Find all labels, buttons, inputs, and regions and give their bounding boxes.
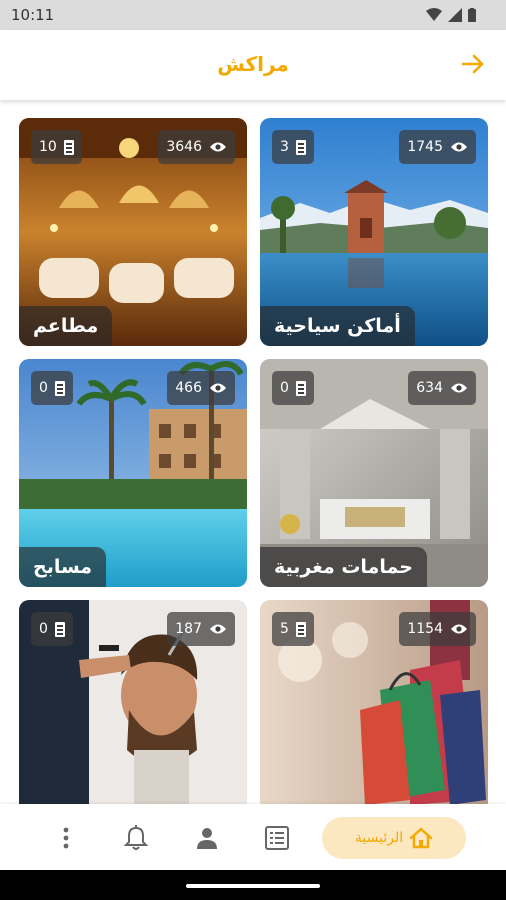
eye-icon xyxy=(210,383,226,393)
building-icon xyxy=(295,621,306,637)
building-icon xyxy=(63,139,74,155)
listings-count: 10 xyxy=(39,139,57,155)
views-badge: 1745 xyxy=(399,130,476,164)
eye-icon xyxy=(451,624,467,634)
arrow-right-icon xyxy=(461,54,484,74)
eye-icon xyxy=(210,624,226,634)
bell-icon xyxy=(124,825,148,850)
listings-badge: 0 xyxy=(272,371,314,405)
bottom-nav: الرئيسية xyxy=(0,804,506,870)
person-icon xyxy=(197,828,217,849)
notifications-button[interactable] xyxy=(116,818,156,858)
category-title: مطاعم xyxy=(19,306,113,346)
views-badge: 466 xyxy=(167,371,235,405)
listings-badge: 10 xyxy=(31,130,82,164)
views-badge: 1154 xyxy=(399,612,476,646)
home-indicator[interactable] xyxy=(186,884,320,888)
home-button[interactable]: الرئيسية xyxy=(322,817,466,859)
app-bar: مراكش xyxy=(0,30,506,100)
category-card-tourist-places[interactable]: 1745 3 أماكن سياحية xyxy=(260,118,488,346)
category-title: مسابح xyxy=(19,547,107,587)
status-bar: 10:11 xyxy=(0,0,506,30)
building-icon xyxy=(54,380,65,396)
listings-badge: 5 xyxy=(272,612,314,646)
views-badge: 3646 xyxy=(158,130,235,164)
views-count: 1745 xyxy=(407,139,443,155)
list-button[interactable] xyxy=(257,818,297,858)
page-title: مراكش xyxy=(217,52,289,76)
views-badge: 187 xyxy=(167,612,235,646)
system-nav-bar xyxy=(0,870,506,900)
profile-button[interactable] xyxy=(187,818,227,858)
views-count: 187 xyxy=(175,621,202,637)
listings-count: 0 xyxy=(280,380,289,396)
listings-badge: 3 xyxy=(272,130,314,164)
listings-count: 3 xyxy=(280,139,289,155)
battery-icon xyxy=(468,8,476,22)
building-icon xyxy=(54,621,65,637)
wifi-icon xyxy=(426,8,442,21)
eye-icon xyxy=(451,142,467,152)
status-icons xyxy=(426,8,476,22)
views-count: 466 xyxy=(175,380,202,396)
building-icon xyxy=(295,139,306,155)
category-card-shopping[interactable]: 1154 5 xyxy=(260,600,488,804)
listings-count: 5 xyxy=(280,621,289,637)
home-label: الرئيسية xyxy=(354,830,404,846)
more-menu-button[interactable] xyxy=(46,818,86,858)
status-time: 10:11 xyxy=(11,6,55,24)
eye-icon xyxy=(451,383,467,393)
category-card-barber[interactable]: 187 0 xyxy=(19,600,247,804)
eye-icon xyxy=(210,142,226,152)
listings-badge: 0 xyxy=(31,612,73,646)
category-grid: 1745 3 أماكن سياحية 3646 10 مطاعم 634 0 … xyxy=(0,100,506,804)
back-button[interactable] xyxy=(459,50,487,78)
listings-count: 0 xyxy=(39,380,48,396)
listings-badge: 0 xyxy=(31,371,73,405)
category-card-restaurants[interactable]: 3646 10 مطاعم xyxy=(19,118,247,346)
views-count: 1154 xyxy=(407,621,443,637)
category-title: حمامات مغربية xyxy=(260,547,427,587)
list-icon xyxy=(265,826,289,850)
category-card-hammams[interactable]: 634 0 حمامات مغربية xyxy=(260,359,488,587)
home-icon xyxy=(409,827,433,849)
category-title: أماكن سياحية xyxy=(260,306,415,346)
more-vertical-icon xyxy=(63,827,69,849)
views-badge: 634 xyxy=(408,371,476,405)
listings-count: 0 xyxy=(39,621,48,637)
category-card-pools[interactable]: 466 0 مسابح xyxy=(19,359,247,587)
building-icon xyxy=(295,380,306,396)
signal-icon xyxy=(448,8,462,22)
views-count: 3646 xyxy=(166,139,202,155)
views-count: 634 xyxy=(416,380,443,396)
